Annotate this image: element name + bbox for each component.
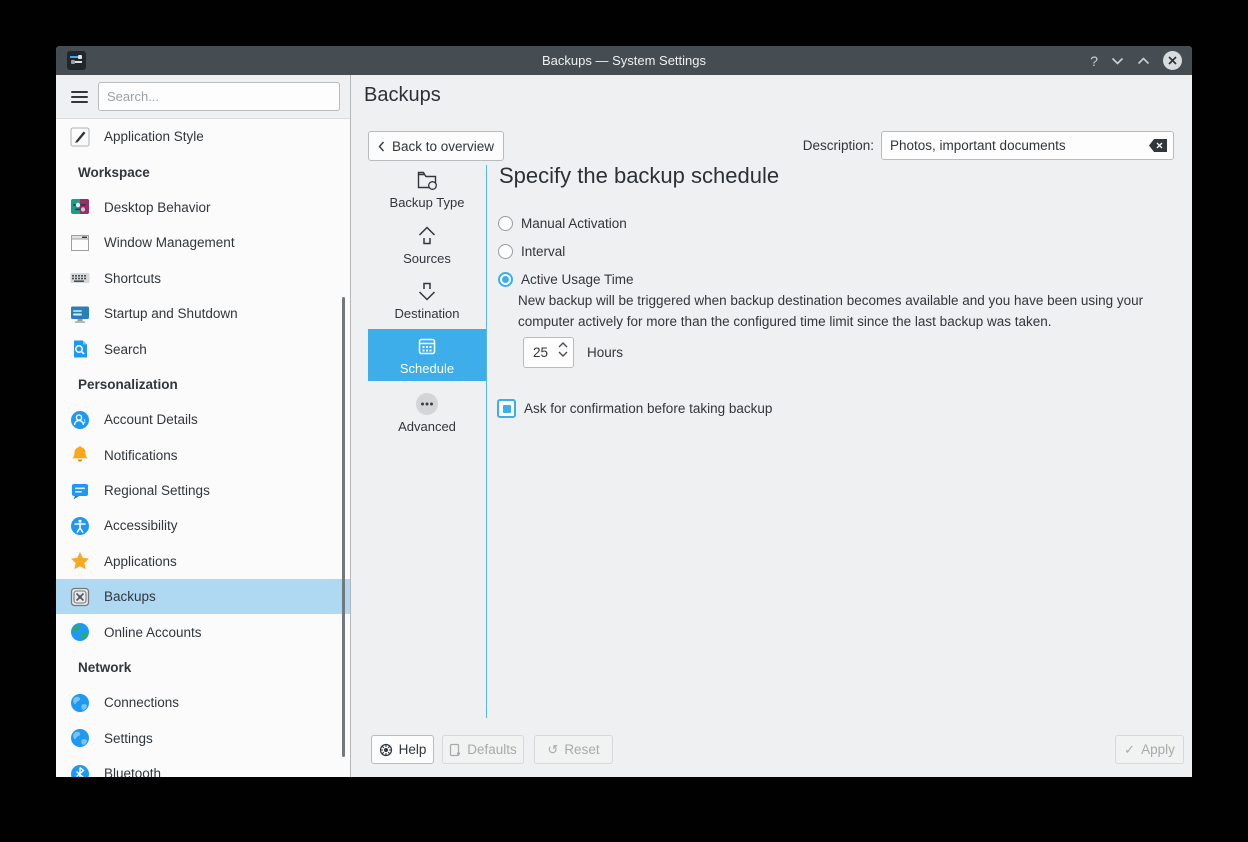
sidebar-item-applications[interactable]: Applications (56, 544, 350, 579)
window-management-icon (68, 231, 92, 255)
destination-icon (415, 279, 439, 303)
startup-shutdown-icon (68, 302, 92, 326)
sidebar-section-network: Network (56, 650, 350, 685)
accessibility-icon (68, 514, 92, 538)
maximize-icon[interactable] (1137, 57, 1150, 65)
notifications-icon (68, 443, 92, 467)
reset-button: ↺ Reset (534, 735, 613, 764)
chevron-left-icon (378, 141, 385, 152)
hours-spinbox[interactable]: 25 (523, 337, 574, 368)
hours-unit-label: Hours (587, 345, 623, 360)
titlebar-help-icon[interactable]: ? (1090, 54, 1098, 68)
sidebar-item-window-management[interactable]: Window Management (56, 225, 350, 260)
sidebar-item-startup-shutdown[interactable]: Startup and Shutdown (56, 296, 350, 331)
close-icon[interactable] (1163, 51, 1182, 70)
tab-advanced[interactable]: Advanced (368, 387, 486, 439)
sidebar-item-shortcuts[interactable]: Shortcuts (56, 261, 350, 296)
sidebar-item-notifications[interactable]: Notifications (56, 438, 350, 473)
checkbox-checked-icon[interactable] (497, 399, 516, 418)
desktop-behavior-icon (68, 195, 92, 219)
confirm-checkbox-row[interactable]: Ask for confirmation before taking backu… (497, 399, 772, 418)
spin-down-icon[interactable] (558, 351, 568, 357)
network-settings-icon (68, 726, 92, 750)
tab-destination[interactable]: Destination (368, 274, 486, 326)
tab-sources[interactable]: Sources (368, 219, 486, 271)
titlebar[interactable]: Backups — System Settings ? (56, 46, 1192, 75)
radio-unchecked-icon[interactable] (498, 244, 513, 259)
sidebar-toolbar (56, 75, 350, 119)
backup-type-icon (415, 168, 439, 192)
defaults-icon (449, 743, 461, 757)
help-button[interactable]: Help (371, 735, 434, 764)
help-icon (379, 743, 393, 757)
sidebar-item-online-accounts[interactable]: Online Accounts (56, 614, 350, 649)
reset-icon: ↺ (547, 743, 558, 756)
minimize-icon[interactable] (1111, 57, 1124, 65)
nav-separator (486, 165, 487, 718)
shortcuts-icon (68, 266, 92, 290)
sidebar-item-application-style[interactable]: Application Style (56, 119, 350, 154)
radio-row-manual-activation[interactable]: Manual Activation (498, 214, 627, 232)
sidebar-item-backups[interactable]: Backups (56, 579, 350, 614)
radio-row-active-usage-time[interactable]: Active Usage Time (498, 270, 634, 288)
spin-up-icon[interactable] (558, 342, 568, 348)
regional-settings-icon (68, 479, 92, 503)
applications-icon (68, 549, 92, 573)
radio-row-interval[interactable]: Interval (498, 242, 565, 260)
sidebar-item-regional-settings[interactable]: Regional Settings (56, 473, 350, 508)
defaults-button: Defaults (442, 735, 524, 764)
sources-icon (415, 224, 439, 248)
back-to-overview-button[interactable]: Back to overview (368, 131, 504, 161)
apply-button: ✓ Apply (1115, 735, 1184, 764)
app-icon (67, 51, 86, 70)
description-row: Description: (803, 131, 1174, 160)
tab-backup-type[interactable]: Backup Type (368, 163, 486, 215)
main-panel: Backups Back to overview Description: (351, 75, 1192, 777)
description-input[interactable] (881, 131, 1174, 160)
system-settings-window: Backups — System Settings ? (56, 46, 1192, 777)
search-input[interactable] (98, 82, 340, 111)
schedule-icon (415, 334, 439, 358)
online-accounts-icon (68, 620, 92, 644)
page-title: Backups (364, 84, 441, 107)
tab-schedule[interactable]: Schedule (368, 329, 486, 381)
active-usage-note: New backup will be triggered when backup… (518, 291, 1176, 332)
bluetooth-icon (68, 762, 92, 777)
backups-icon (68, 585, 92, 609)
application-style-icon (68, 125, 92, 149)
search-icon (68, 337, 92, 361)
window-title: Backups — System Settings (56, 53, 1192, 68)
radio-checked-icon[interactable] (498, 272, 513, 287)
description-label: Description: (803, 138, 874, 153)
sidebar-section-personalization: Personalization (56, 367, 350, 402)
account-details-icon (68, 408, 92, 432)
hours-value: 25 (533, 345, 548, 360)
sidebar: Application Style Workspace Desktop Beha… (56, 75, 351, 777)
sidebar-scrollbar[interactable] (342, 297, 345, 757)
sidebar-item-accessibility[interactable]: Accessibility (56, 508, 350, 543)
sidebar-item-account-details[interactable]: Account Details (56, 402, 350, 437)
sidebar-section-workspace: Workspace (56, 154, 350, 189)
content-heading: Specify the backup schedule (499, 163, 779, 189)
hamburger-menu-icon[interactable] (71, 91, 88, 103)
hours-row: 25 Hours (523, 337, 623, 368)
sidebar-item-search[interactable]: Search (56, 331, 350, 366)
desktop-background: Backups — System Settings ? (0, 0, 1248, 842)
sidebar-item-bluetooth[interactable]: Bluetooth (56, 756, 350, 777)
apply-check-icon: ✓ (1124, 743, 1135, 756)
connections-icon (68, 691, 92, 715)
sidebar-item-network-settings[interactable]: Settings (56, 721, 350, 756)
radio-unchecked-icon[interactable] (498, 216, 513, 231)
sidebar-item-desktop-behavior[interactable]: Desktop Behavior (56, 190, 350, 225)
sidebar-item-connections[interactable]: Connections (56, 685, 350, 720)
advanced-icon (415, 392, 439, 416)
sidebar-list: Application Style Workspace Desktop Beha… (56, 119, 350, 777)
